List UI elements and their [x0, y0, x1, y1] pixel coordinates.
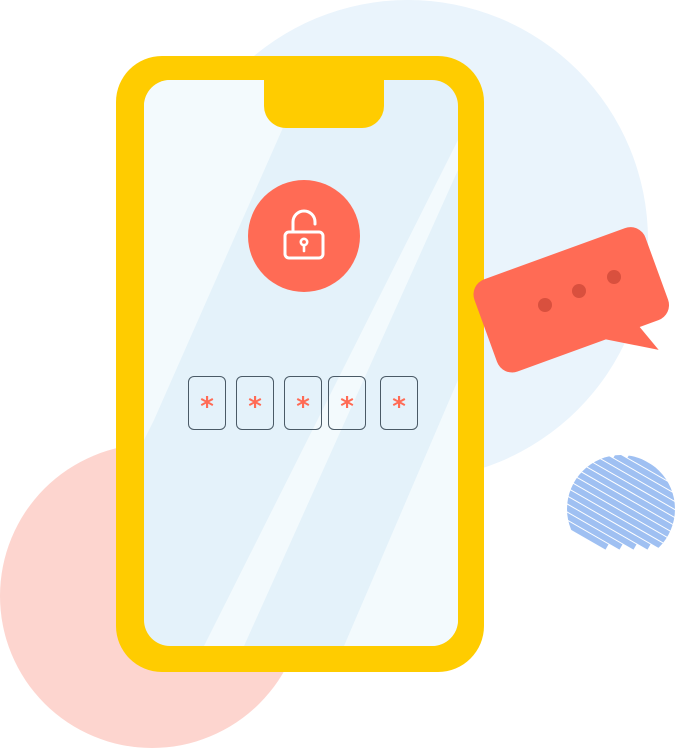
pin-digit-2[interactable]: * [236, 376, 274, 430]
phone-notch [264, 80, 384, 128]
phone-screen [144, 80, 458, 646]
pin-digit-mask: * [248, 392, 262, 422]
lock-badge [248, 180, 360, 292]
screen-glare [144, 80, 458, 646]
pin-digit-mask: * [340, 392, 354, 422]
pin-digit-5[interactable]: * [380, 376, 418, 430]
pin-digit-1[interactable]: * [188, 376, 226, 430]
pin-digit-mask: * [200, 392, 214, 422]
chat-bubble [468, 196, 688, 388]
phone-frame [116, 56, 484, 672]
illustration: * * * * * [0, 0, 688, 748]
pin-code-row: * * * * * [188, 376, 420, 432]
pin-digit-4[interactable]: * [328, 376, 366, 430]
pin-digit-mask: * [392, 392, 406, 422]
pin-digit-mask: * [296, 392, 310, 422]
padlock-icon [283, 209, 325, 260]
pin-digit-3[interactable]: * [284, 376, 322, 430]
striped-circle-decoration [567, 455, 675, 563]
